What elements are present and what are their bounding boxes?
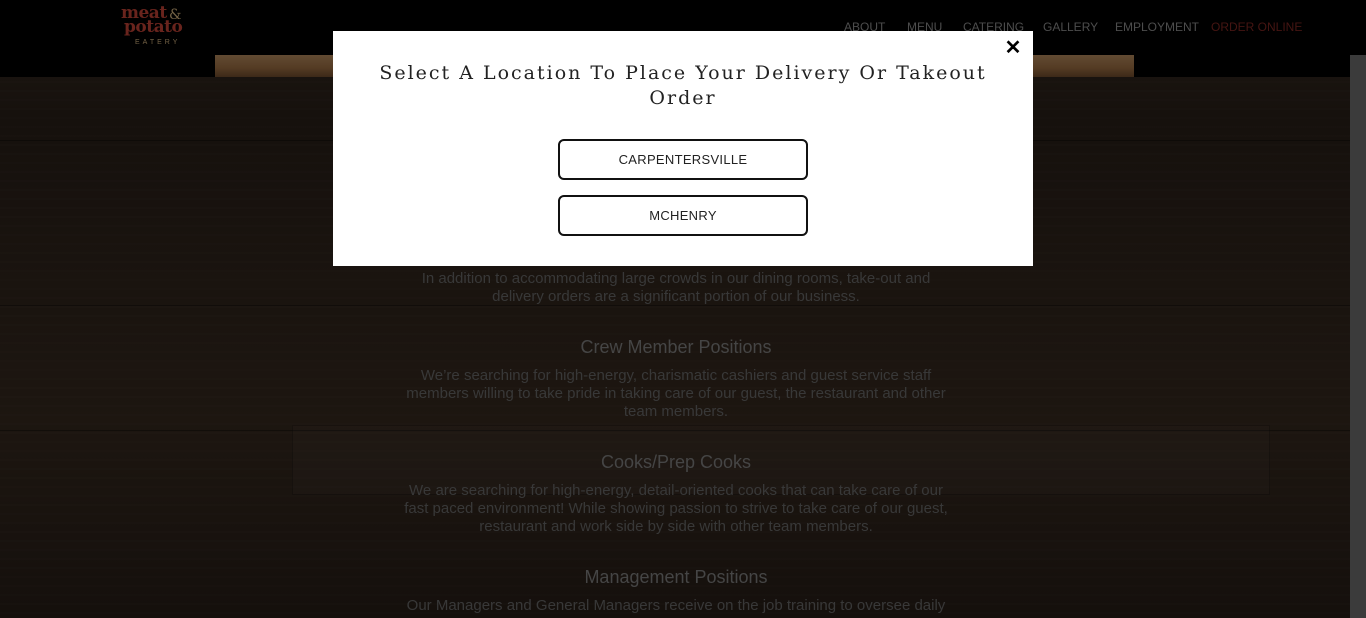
- modal-title: Select A Location To Place Your Delivery…: [379, 62, 987, 109]
- page-scrollbar[interactable]: [1350, 55, 1366, 618]
- location-button-carpentersville[interactable]: CARPENTERSVILLE: [558, 139, 808, 180]
- location-button-mchenry[interactable]: MCHENRY: [558, 195, 808, 236]
- close-icon[interactable]: ✕: [1003, 37, 1023, 59]
- location-select-modal: ✕ Select A Location To Place Your Delive…: [333, 31, 1033, 266]
